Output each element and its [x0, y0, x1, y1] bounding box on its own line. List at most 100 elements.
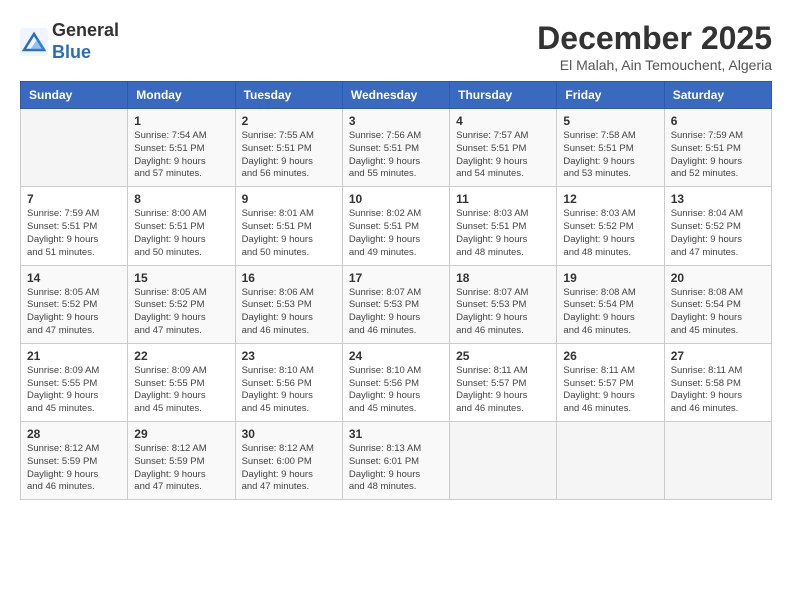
calendar-cell — [664, 422, 771, 500]
calendar-cell: 11Sunrise: 8:03 AM Sunset: 5:51 PM Dayli… — [450, 187, 557, 265]
day-number: 7 — [27, 192, 121, 206]
day-info: Sunrise: 8:12 AM Sunset: 5:59 PM Dayligh… — [134, 443, 228, 494]
title-section: December 2025 El Malah, Ain Temouchent, … — [537, 20, 772, 73]
day-number: 10 — [349, 192, 443, 206]
day-info: Sunrise: 7:57 AM Sunset: 5:51 PM Dayligh… — [456, 130, 550, 181]
calendar-cell: 29 Sunrise: 8:12 AM Sunset: 5:59 PM Dayli… — [128, 422, 235, 500]
calendar-table: Sunday Monday Tuesday Wednesday Thursday… — [20, 81, 772, 500]
day-number: 15 — [134, 271, 228, 285]
day-number: 16 — [242, 271, 336, 285]
calendar-cell: 6Sunrise: 7:59 AM Sunset: 5:51 PM Daylig… — [664, 109, 771, 187]
calendar-cell: 30 Sunrise: 8:12 AM Sunset: 6:00 PM Dayli… — [235, 422, 342, 500]
col-friday: Friday — [557, 82, 664, 109]
calendar-cell: 24 Sunrise: 8:10 AM Sunset: 5:56 PM Dayli… — [342, 343, 449, 421]
day-number: 29 — [134, 427, 228, 441]
day-number: 24 — [349, 349, 443, 363]
calendar-cell: 14 Sunrise: 8:05 AM Sunset: 5:52 PM Dayli… — [21, 265, 128, 343]
day-info: Sunrise: 8:05 AM Sunset: 5:52 PM Dayligh… — [134, 287, 228, 338]
day-info: Sunrise: 8:12 AM Sunset: 5:59 PM Dayligh… — [27, 443, 121, 494]
calendar-cell: 5 Sunrise: 7:58 AM Sunset: 5:51 PM Daylig… — [557, 109, 664, 187]
calendar-week-2: 7 Sunrise: 7:59 AM Sunset: 5:51 PM Daylig… — [21, 187, 772, 265]
day-info: Sunrise: 8:11 AM Sunset: 5:57 PM Dayligh… — [563, 365, 657, 416]
day-info: Sunrise: 7:59 AM Sunset: 5:51 PM Dayligh… — [27, 208, 121, 259]
day-number: 17 — [349, 271, 443, 285]
day-info: Sunrise: 8:12 AM Sunset: 6:00 PM Dayligh… — [242, 443, 336, 494]
header-row: Sunday Monday Tuesday Wednesday Thursday… — [21, 82, 772, 109]
calendar-cell: 16Sunrise: 8:06 AM Sunset: 5:53 PM Dayli… — [235, 265, 342, 343]
calendar-cell: 26 Sunrise: 8:11 AM Sunset: 5:57 PM Dayli… — [557, 343, 664, 421]
calendar-cell: 3Sunrise: 7:56 AM Sunset: 5:51 PM Daylig… — [342, 109, 449, 187]
day-info: Sunrise: 8:01 AM Sunset: 5:51 PM Dayligh… — [242, 208, 336, 259]
calendar-header: Sunday Monday Tuesday Wednesday Thursday… — [21, 82, 772, 109]
day-number: 30 — [242, 427, 336, 441]
day-number: 27 — [671, 349, 765, 363]
day-info: Sunrise: 7:59 AM Sunset: 5:51 PM Dayligh… — [671, 130, 765, 181]
col-sunday: Sunday — [21, 82, 128, 109]
day-info: Sunrise: 8:11 AM Sunset: 5:58 PM Dayligh… — [671, 365, 765, 416]
day-number: 23 — [242, 349, 336, 363]
day-info: Sunrise: 8:03 AM Sunset: 5:52 PM Dayligh… — [563, 208, 657, 259]
day-info: Sunrise: 7:58 AM Sunset: 5:51 PM Dayligh… — [563, 130, 657, 181]
calendar-cell: 20 Sunrise: 8:08 AM Sunset: 5:54 PM Dayli… — [664, 265, 771, 343]
day-info: Sunrise: 8:09 AM Sunset: 5:55 PM Dayligh… — [27, 365, 121, 416]
calendar-cell: 28Sunrise: 8:12 AM Sunset: 5:59 PM Dayli… — [21, 422, 128, 500]
day-number: 9 — [242, 192, 336, 206]
day-number: 26 — [563, 349, 657, 363]
calendar-cell: 7 Sunrise: 7:59 AM Sunset: 5:51 PM Daylig… — [21, 187, 128, 265]
calendar-cell: 18Sunrise: 8:07 AM Sunset: 5:53 PM Dayli… — [450, 265, 557, 343]
calendar-week-3: 14 Sunrise: 8:05 AM Sunset: 5:52 PM Dayli… — [21, 265, 772, 343]
day-number: 20 — [671, 271, 765, 285]
logo-icon — [20, 28, 48, 56]
calendar-cell — [450, 422, 557, 500]
day-info: Sunrise: 8:00 AM Sunset: 5:51 PM Dayligh… — [134, 208, 228, 259]
calendar-cell: 8Sunrise: 8:00 AM Sunset: 5:51 PM Daylig… — [128, 187, 235, 265]
calendar-cell: 4 Sunrise: 7:57 AM Sunset: 5:51 PM Daylig… — [450, 109, 557, 187]
calendar-cell: 19 Sunrise: 8:08 AM Sunset: 5:54 PM Dayli… — [557, 265, 664, 343]
day-number: 14 — [27, 271, 121, 285]
day-number: 4 — [456, 114, 550, 128]
day-info: Sunrise: 8:10 AM Sunset: 5:56 PM Dayligh… — [242, 365, 336, 416]
day-number: 19 — [563, 271, 657, 285]
calendar-cell: 23 Sunrise: 8:10 AM Sunset: 5:56 PM Dayli… — [235, 343, 342, 421]
day-number: 22 — [134, 349, 228, 363]
calendar-cell: 10Sunrise: 8:02 AM Sunset: 5:51 PM Dayli… — [342, 187, 449, 265]
day-info: Sunrise: 8:13 AM Sunset: 6:01 PM Dayligh… — [349, 443, 443, 494]
calendar-cell: 1 Sunrise: 7:54 AM Sunset: 5:51 PM Daylig… — [128, 109, 235, 187]
col-saturday: Saturday — [664, 82, 771, 109]
day-info: Sunrise: 8:04 AM Sunset: 5:52 PM Dayligh… — [671, 208, 765, 259]
col-wednesday: Wednesday — [342, 82, 449, 109]
day-info: Sunrise: 8:08 AM Sunset: 5:54 PM Dayligh… — [563, 287, 657, 338]
day-number: 31 — [349, 427, 443, 441]
calendar-week-5: 28Sunrise: 8:12 AM Sunset: 5:59 PM Dayli… — [21, 422, 772, 500]
calendar-cell — [21, 109, 128, 187]
day-info: Sunrise: 8:10 AM Sunset: 5:56 PM Dayligh… — [349, 365, 443, 416]
day-number: 12 — [563, 192, 657, 206]
calendar-cell: 15 Sunrise: 8:05 AM Sunset: 5:52 PM Dayli… — [128, 265, 235, 343]
day-number: 13 — [671, 192, 765, 206]
day-number: 3 — [349, 114, 443, 128]
day-number: 1 — [134, 114, 228, 128]
day-info: Sunrise: 7:55 AM Sunset: 5:51 PM Dayligh… — [242, 130, 336, 181]
calendar-cell: 12 Sunrise: 8:03 AM Sunset: 5:52 PM Dayli… — [557, 187, 664, 265]
day-info: Sunrise: 7:54 AM Sunset: 5:51 PM Dayligh… — [134, 130, 228, 181]
calendar-cell — [557, 422, 664, 500]
calendar-cell: 21Sunrise: 8:09 AM Sunset: 5:55 PM Dayli… — [21, 343, 128, 421]
day-info: Sunrise: 8:07 AM Sunset: 5:53 PM Dayligh… — [349, 287, 443, 338]
day-info: Sunrise: 8:05 AM Sunset: 5:52 PM Dayligh… — [27, 287, 121, 338]
calendar-cell: 22 Sunrise: 8:09 AM Sunset: 5:55 PM Dayli… — [128, 343, 235, 421]
day-info: Sunrise: 8:09 AM Sunset: 5:55 PM Dayligh… — [134, 365, 228, 416]
logo: General Blue — [20, 20, 119, 63]
day-info: Sunrise: 8:08 AM Sunset: 5:54 PM Dayligh… — [671, 287, 765, 338]
day-number: 2 — [242, 114, 336, 128]
calendar-cell: 31 Sunrise: 8:13 AM Sunset: 6:01 PM Dayli… — [342, 422, 449, 500]
calendar-week-4: 21Sunrise: 8:09 AM Sunset: 5:55 PM Dayli… — [21, 343, 772, 421]
logo-general: General — [52, 20, 119, 42]
day-number: 5 — [563, 114, 657, 128]
day-info: Sunrise: 8:07 AM Sunset: 5:53 PM Dayligh… — [456, 287, 550, 338]
day-info: Sunrise: 8:03 AM Sunset: 5:51 PM Dayligh… — [456, 208, 550, 259]
calendar-cell: 2 Sunrise: 7:55 AM Sunset: 5:51 PM Daylig… — [235, 109, 342, 187]
col-thursday: Thursday — [450, 82, 557, 109]
calendar-cell: 13 Sunrise: 8:04 AM Sunset: 5:52 PM Dayli… — [664, 187, 771, 265]
calendar-cell: 25Sunrise: 8:11 AM Sunset: 5:57 PM Dayli… — [450, 343, 557, 421]
col-tuesday: Tuesday — [235, 82, 342, 109]
